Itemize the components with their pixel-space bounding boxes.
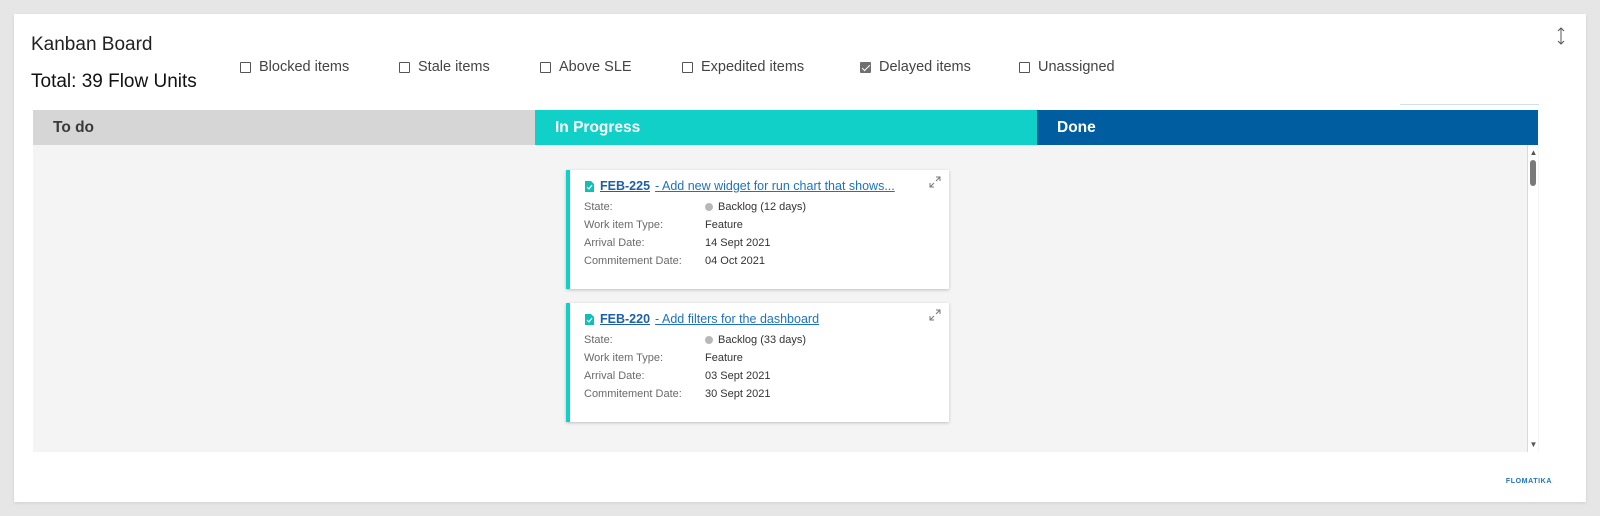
card-header: FEB-220 - Add filters for the dashboard (584, 312, 819, 326)
field-label: Commitement Date: (584, 388, 682, 400)
state-text: Backlog (12 days) (718, 201, 807, 213)
field-value: Backlog (33 days) (705, 331, 806, 349)
card-header: FEB-225 - Add new widget for run chart t… (584, 179, 895, 193)
state-text: Backlog (33 days) (718, 334, 807, 346)
column-header-row: To do In Progress Done (33, 110, 1538, 145)
scrollbar-thumb[interactable] (1530, 160, 1536, 186)
filter-expedited-items[interactable]: Expedited items (682, 58, 804, 76)
field-value: Backlog (12 days) (705, 198, 806, 216)
filter-blocked-items[interactable]: Blocked items (240, 58, 349, 76)
field-label: Work item Type: (584, 352, 664, 364)
field-value: 03 Sept 2021 (705, 370, 771, 382)
vertical-scrollbar[interactable]: ▲ ▼ (1527, 145, 1538, 452)
board-area: FEB-225 - Add new widget for run chart t… (33, 145, 1539, 452)
total-flow-units: Total: 39 Flow Units (31, 71, 197, 92)
field-value: Feature (705, 352, 743, 364)
filter-above-sle[interactable]: Above SLE (540, 58, 632, 76)
checkbox[interactable] (540, 61, 551, 73)
scroll-down-icon[interactable]: ▼ (1529, 440, 1538, 450)
scroll-up-icon[interactable]: ▲ (1529, 148, 1538, 158)
field-label: Arrival Date: (584, 370, 645, 382)
field-label: Arrival Date: (584, 237, 645, 249)
filter-delayed-items[interactable]: Delayed items (860, 58, 971, 76)
field-label: State: (584, 201, 613, 213)
state-dot-icon (705, 336, 713, 344)
document-icon (585, 313, 594, 325)
filter-label: Delayed items (879, 59, 971, 75)
work-item-card[interactable]: FEB-225 - Add new widget for run chart t… (566, 170, 949, 289)
column-header-in-progress: In Progress (535, 110, 1037, 145)
checkbox-checked[interactable] (860, 61, 871, 73)
document-icon (585, 180, 594, 192)
flomatika-logo: FLOMATIKA (1505, 478, 1552, 485)
filter-label: Expedited items (701, 59, 805, 75)
card-title-link[interactable]: - Add new widget for run chart that show… (655, 179, 895, 193)
checkbox[interactable] (1019, 61, 1030, 73)
field-value: 14 Sept 2021 (705, 237, 771, 249)
checkbox[interactable] (399, 61, 410, 73)
card-id-link[interactable]: FEB-225 (600, 179, 650, 193)
field-label: Commitement Date: (584, 255, 682, 267)
field-label: Work item Type: (584, 219, 664, 231)
checkbox[interactable] (240, 61, 251, 73)
checkbox[interactable] (682, 61, 693, 73)
column-header-todo: To do (33, 110, 535, 145)
filter-label: Stale items (418, 59, 490, 75)
filter-label: Unassigned (1038, 59, 1115, 75)
expand-icon[interactable] (929, 176, 941, 188)
expand-icon[interactable] (929, 309, 941, 321)
vertical-resize-icon[interactable] (1556, 27, 1566, 45)
filter-unassigned[interactable]: Unassigned (1019, 58, 1115, 76)
work-item-card[interactable]: FEB-220 - Add filters for the dashboard … (566, 303, 949, 422)
column-header-done: Done (1037, 110, 1538, 145)
state-dot-icon (705, 203, 713, 211)
field-value: 30 Sept 2021 (705, 388, 771, 400)
card-title-link[interactable]: - Add filters for the dashboard (655, 312, 819, 326)
field-value: 04 Oct 2021 (705, 255, 765, 267)
page-title: Kanban Board (31, 34, 153, 55)
card-id-link[interactable]: FEB-220 (600, 312, 650, 326)
divider (1400, 104, 1539, 105)
filter-label: Above SLE (559, 59, 632, 75)
field-label: State: (584, 334, 613, 346)
field-value: Feature (705, 219, 743, 231)
filter-stale-items[interactable]: Stale items (399, 58, 490, 76)
kanban-panel: Kanban Board Total: 39 Flow Units Blocke… (14, 14, 1586, 502)
filter-label: Blocked items (259, 59, 350, 75)
